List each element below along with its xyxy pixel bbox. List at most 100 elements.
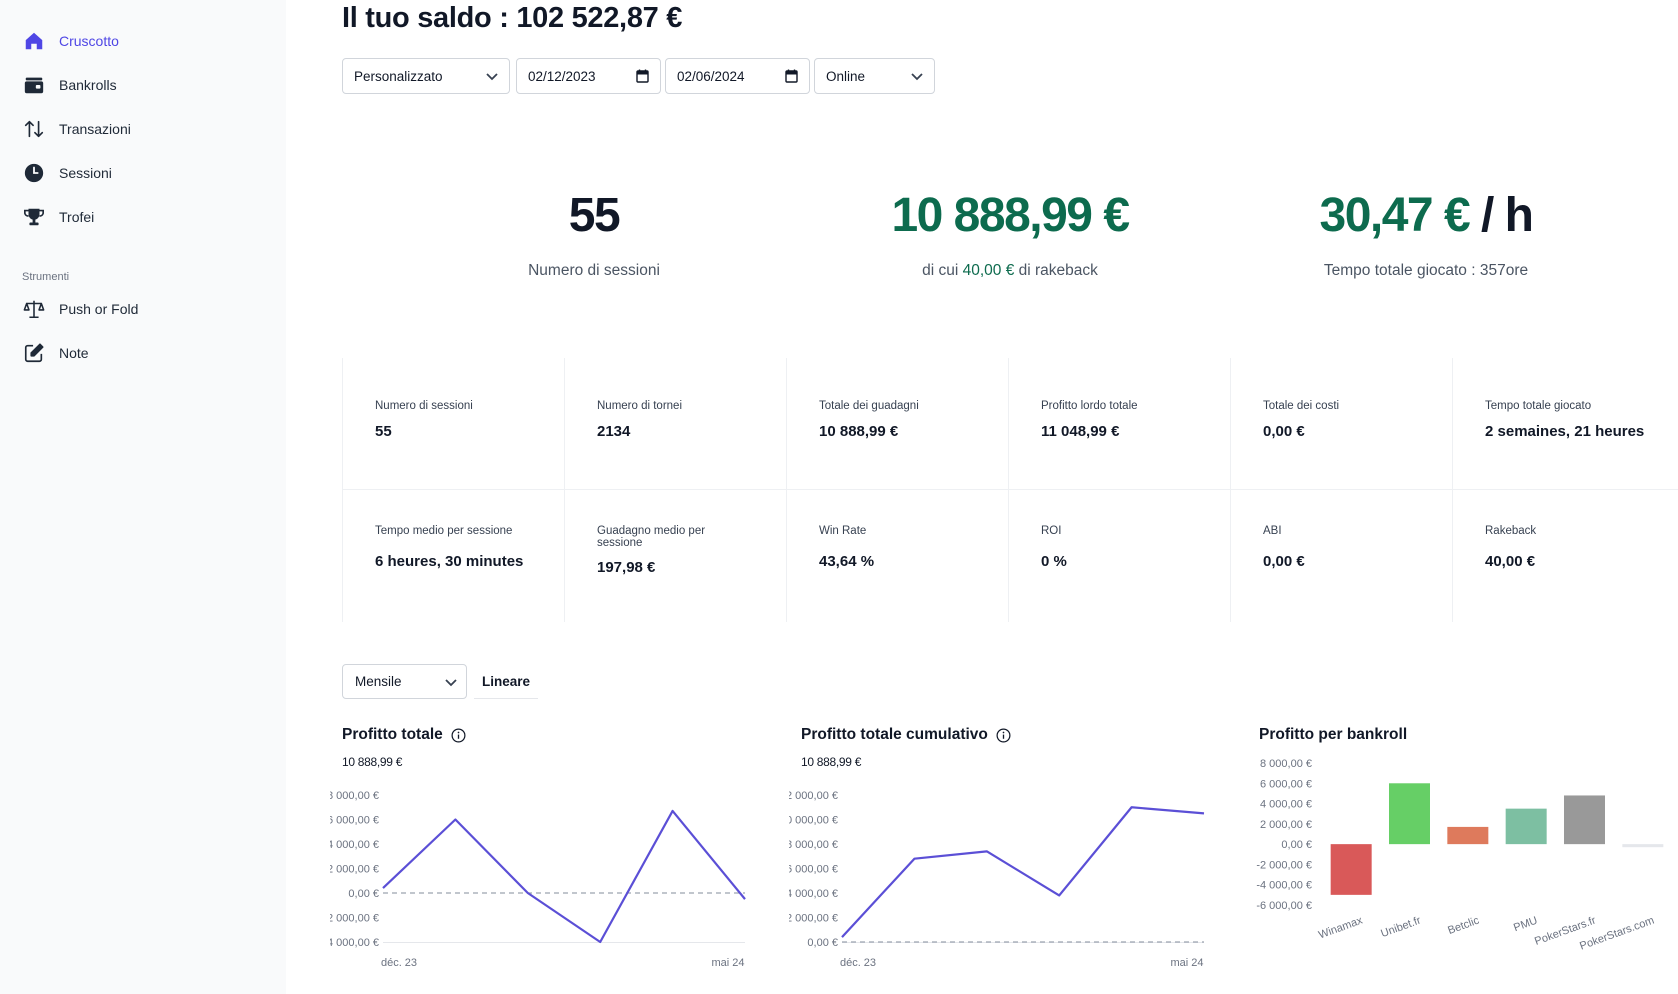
granularity-select[interactable]: Mensile [342,664,467,699]
edit-icon [22,341,46,365]
sidebar-item-label: Bankrolls [59,77,117,93]
stat-title: Numero di sessioni [375,400,473,412]
chart-title-text: Profitto totale [342,726,443,743]
x-tick-label: Unibet.fr [1379,914,1422,940]
kpi-rakeback-amount: 40,00 € [962,262,1015,279]
info-icon[interactable] [451,728,466,743]
stat-title: Totale dei guadagni [819,400,919,412]
stat-value: 0,00 € [1263,553,1305,570]
chevron-down-icon [910,69,924,86]
stat-cell: Tempo totale giocato 2 semaines, 21 heure… [1452,358,1678,490]
x-tick-label: déc. 23 [381,957,417,969]
stat-cell: ABI 0,00 € [1230,490,1452,622]
kpi-profit: 10 888,99 € di cui 40,00 € di rakeback [800,180,1220,280]
balance-title: Il tuo saldo : 102 522,87 € [342,2,683,34]
y-tick-label: 4 000,00 € [330,839,379,851]
kpi-sessions-label: Numero di sessioni [528,262,660,279]
period-select[interactable]: Personalizzato [342,58,510,94]
y-tick-label: -2 000,00 € [330,913,379,925]
kpi-hourly-value-line: 30,47 € / h [1216,180,1636,252]
mode-select[interactable]: Online [814,58,935,94]
sidebar-item-transazioni[interactable]: Transazioni [22,114,131,144]
chevron-down-icon [485,69,499,86]
stat-cell: Numero di tornei 2134 [564,358,786,490]
sidebar-item-label: Trofei [59,209,95,225]
y-tick-label: 2 000,00 € [1260,819,1312,831]
y-tick-label: 8 000,00 € [330,790,379,802]
stat-value: 0,00 € [1263,423,1305,440]
stat-title: Tempo medio per sessione [375,525,513,537]
stat-title: Tempo totale giocato [1485,400,1592,412]
stat-title: Totale dei costi [1263,400,1340,412]
bar [1447,826,1489,845]
calendar-icon[interactable] [785,69,798,86]
y-tick-label: 0,00 € [807,937,838,949]
chart-title-bankroll: Profitto per bankroll [1259,726,1407,744]
date-to-value: 02/06/2024 [677,68,745,84]
stat-value: 0 % [1041,553,1067,570]
kpi-profit-label-pre: di cui [922,262,963,279]
mode-select-value: Online [826,68,866,84]
transfer-arrows-icon [22,117,46,141]
kpi-hourly: 30,47 € / h Tempo totale giocato : 357or… [1216,180,1636,280]
stat-cell: Profitto lordo totale 11 048,99 € [1008,358,1230,490]
trophy-icon [22,205,46,229]
stat-cell: ROI 0 % [1008,490,1230,622]
stat-title: Guadagno medio per sessione [597,525,706,549]
stat-value: 43,64 % [819,553,875,570]
sidebar-section-label: Strumenti [22,271,70,283]
stat-value: 2134 [597,423,631,440]
y-tick-label: 0,00 € [348,888,379,900]
stat-cell: Tempo medio per sessione 6 heures, 30 min… [342,490,564,622]
clock-icon [22,161,46,185]
stats-grid: Numero di sessioni 55 Numero di tornei 213… [342,358,1678,622]
kpi-profit-label-post: di rakeback [1014,262,1098,279]
y-tick-label: -2 000,00 € [1256,859,1312,871]
period-select-value: Personalizzato [354,68,443,84]
sidebar-item-note[interactable]: Note [22,338,89,368]
sidebar-item-label: Sessioni [59,165,112,181]
sidebar-item-push-or-fold[interactable]: Push or Fold [22,294,138,324]
stat-value: 6 heures, 30 minutes [375,553,524,570]
sidebar-item-bankrolls[interactable]: Bankrolls [22,70,117,100]
data-line [841,806,1205,938]
y-tick-label: 6 000,00 € [789,864,838,876]
stat-title: ABI [1263,525,1282,537]
bar [1505,808,1547,845]
sidebar-item-sessioni[interactable]: Sessioni [22,158,112,188]
stat-title: Rakeback [1485,525,1537,537]
stat-cell: Rakeback 40,00 € [1452,490,1678,622]
x-tick-label: déc. 23 [840,957,876,969]
kpi-hourly-unit: / h [1469,189,1534,242]
chart-total-cumulative: 10 888,99 € [801,755,862,769]
y-tick-label: 12 000,00 € [789,790,838,802]
chart-title-text: Profitto per bankroll [1259,726,1408,743]
y-tick-label: 8 000,00 € [789,839,838,851]
date-from-field[interactable]: 02/12/2023 [516,58,661,94]
chevron-down-icon [444,675,458,692]
date-from-value: 02/12/2023 [528,68,596,84]
stat-cell: Numero di sessioni 55 [342,358,564,490]
sidebar-item-cruscotto[interactable]: Cruscotto [22,26,119,56]
sidebar-item-label: Push or Fold [59,301,139,317]
cumulative-line-chart: 12 000,00 € 10 000,00 € 8 000,00 € 6 000,00… [789,790,1205,969]
bankroll-bar-chart: 8 000,00 € 6 000,00 € 4 000,00 € 2 000,00 €… [1256,758,1664,953]
y-tick-label: 2 000,00 € [789,913,838,925]
date-to-field[interactable]: 02/06/2024 [665,58,810,94]
calendar-icon[interactable] [636,69,649,86]
kpi-profit-label: di cui 40,00 € di rakeback [800,262,1220,280]
stat-cell: Guadagno medio per sessione 197,98 € [564,490,786,622]
chart-title-text: Profitto totale cumulativo [801,726,988,743]
y-tick-label: 4 000,00 € [789,888,838,900]
linear-scale-button[interactable]: Lineare [474,664,539,699]
stat-title: ROI [1041,525,1062,537]
y-tick-label: 10 000,00 € [789,815,838,827]
y-tick-label: -4 000,00 € [330,937,379,949]
info-icon[interactable] [996,728,1011,743]
sidebar-item-trofei[interactable]: Trofei [22,202,94,232]
y-tick-label: -6 000,00 € [1256,900,1312,912]
y-tick-label: 0,00 € [1281,839,1312,851]
chart-title-profit: Profitto totale [342,726,466,744]
stat-value: 2 semaines, 21 heures [1485,423,1645,440]
profit-line-chart: 8 000,00 € 6 000,00 € 4 000,00 € 2 000,00 €… [330,790,746,969]
